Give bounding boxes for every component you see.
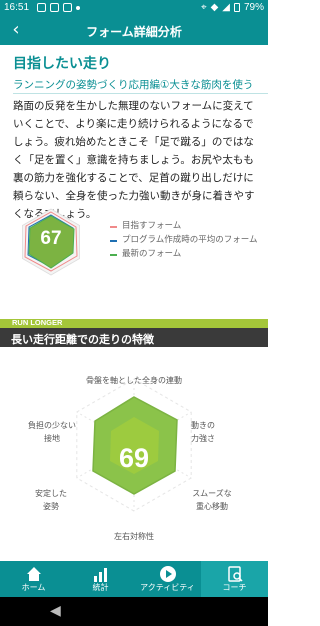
legend-item-average: プログラム作成時の平均のフォーム: [110, 234, 268, 247]
legend-swatch-latest: [110, 254, 117, 256]
system-icons: ⌖ ◆ ◢ 79%: [201, 2, 264, 13]
status-bar: 16:51 ⌖ ◆ ◢ 79%: [0, 0, 268, 17]
section-subtitle: ランニングの姿勢づくり応用編①大きな筋肉を使う: [13, 79, 254, 91]
section-body: 路面の反発を生かした無理のないフォームに変えていくことで、より楽に走り続けられる…: [13, 100, 255, 220]
legend-label-latest: 最新のフォーム: [122, 249, 182, 259]
legend-item-target: 目指すフォーム: [110, 220, 268, 233]
app-bar: ‹ フォーム詳細分析: [0, 17, 268, 45]
tab-label-home: ホーム: [21, 583, 46, 592]
tab-stats[interactable]: 統計: [67, 561, 134, 597]
tab-label-stats: 統計: [92, 583, 109, 592]
status-time: 16:51: [4, 2, 30, 13]
app-icon: [50, 3, 59, 12]
subtitle-divider: [13, 93, 268, 94]
page-title: フォーム詳細分析: [86, 25, 182, 39]
battery-percent: 79%: [243, 2, 264, 13]
dot-icon: [76, 5, 80, 10]
legend-item-latest: 最新のフォーム: [110, 248, 268, 261]
legend-swatch-average: [110, 240, 117, 242]
tab-home[interactable]: ホーム: [0, 561, 67, 597]
run-longer-band: RUN LONGER: [0, 318, 268, 328]
content-scroll[interactable]: 目指したい走り ランニングの姿勢づくり応用編①大きな筋肉を使う 路面の反発を生か…: [0, 45, 268, 561]
tab-coach[interactable]: コーチ: [201, 561, 268, 597]
notification-icons: [37, 3, 80, 12]
bottom-tab-bar: ホーム 統計 アクティビティ コーチ: [0, 561, 268, 597]
long-run-header: 長い走行距離での走りの特徴: [0, 328, 268, 347]
legend-label-target: 目指すフォーム: [122, 221, 182, 231]
form-score: 67: [40, 228, 62, 249]
tab-label-activity: アクティビティ: [140, 583, 195, 592]
radar-legend: 目指すフォーム プログラム作成時の平均のフォーム 最新のフォーム: [110, 220, 268, 262]
image-icon: [37, 3, 46, 12]
wifi-icon: ◆: [210, 2, 219, 13]
section-title: 目指したい走り: [13, 56, 111, 72]
tab-activity[interactable]: アクティビティ: [134, 561, 201, 597]
run-longer-label: RUN LONGER: [12, 318, 63, 327]
stats-icon: [93, 568, 107, 582]
play-icon: [159, 566, 176, 582]
legend-swatch-target: [110, 226, 117, 228]
location-icon: ⌖: [200, 2, 207, 13]
signal-icon: ◢: [222, 2, 230, 13]
tab-label-coach: コーチ: [222, 583, 247, 592]
system-nav-bar: ◀: [0, 597, 268, 626]
coach-icon: [227, 566, 243, 582]
home-icon: [26, 567, 41, 581]
long-run-score: 69: [118, 443, 150, 473]
mail-icon: [63, 3, 72, 12]
long-run-title: 長い走行距離での走りの特徴: [11, 333, 154, 346]
legend-label-average: プログラム作成時の平均のフォーム: [122, 235, 258, 245]
nav-back-icon[interactable]: ◀: [50, 603, 61, 619]
axis-label-bottom: 左右対称性: [114, 532, 154, 541]
battery-icon: [233, 3, 240, 12]
